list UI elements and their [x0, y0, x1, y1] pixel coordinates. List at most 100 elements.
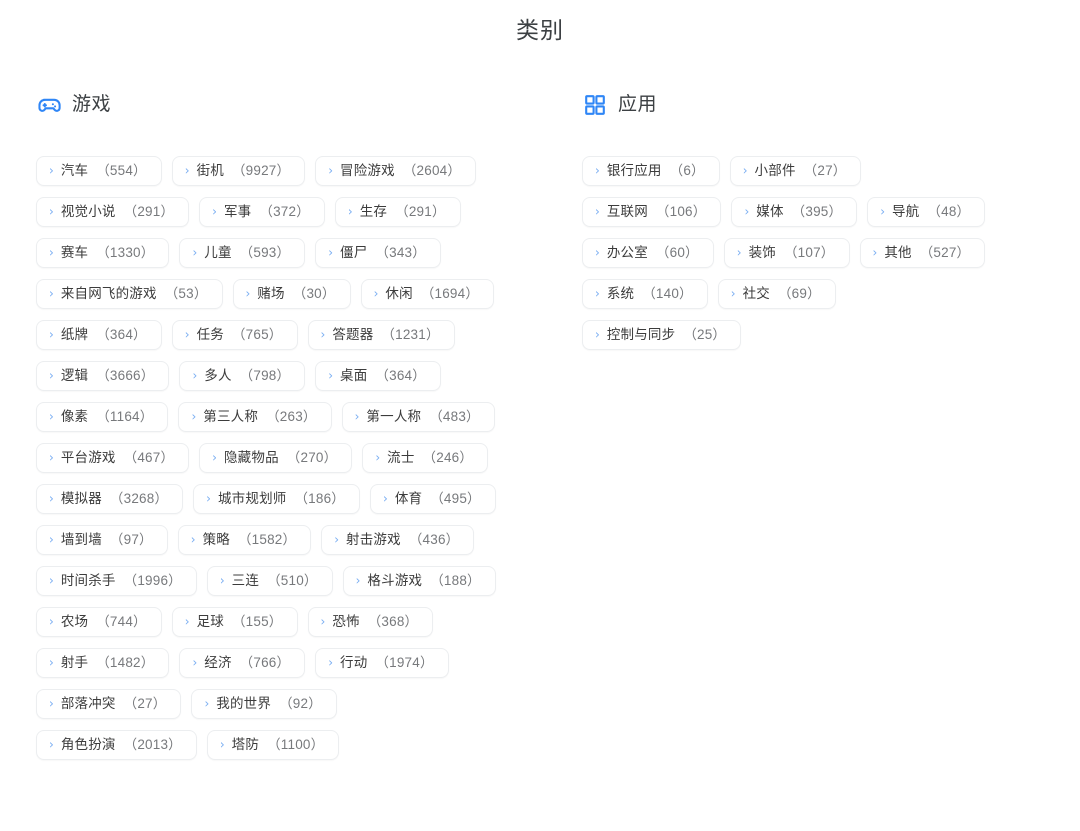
tag-pill[interactable]: › 社交 （69）	[717, 279, 836, 309]
tag-pill[interactable]: › 射手 （1482）	[36, 648, 170, 678]
tag-pill[interactable]: › 城市规划师 （186）	[193, 484, 360, 514]
tag-pill[interactable]: › 僵尸 （343）	[315, 238, 441, 268]
tag-label: 办公室	[606, 245, 648, 260]
tag-label: 时间杀手	[60, 573, 116, 588]
tag-pill[interactable]: › 策略 （1582）	[177, 525, 312, 555]
tag-pill[interactable]: › 行动 （1974）	[315, 648, 449, 678]
tag-pill[interactable]: › 桌面 （364）	[315, 361, 441, 391]
tag-pill[interactable]: › 任务 （765）	[171, 320, 298, 350]
tag-label: 休闲	[385, 286, 413, 301]
tag-count: （60）	[655, 245, 699, 260]
tag-pill[interactable]: › 格斗游戏 （188）	[342, 566, 496, 596]
tag-label: 逻辑	[60, 368, 89, 383]
tag-pill[interactable]: › 休闲 （1694）	[360, 279, 495, 309]
tag-pill[interactable]: › 流士 （246）	[362, 443, 489, 473]
tag-pill[interactable]: › 赛车 （1330）	[36, 238, 170, 268]
tag-pill[interactable]: › 街机 （9927）	[171, 156, 306, 186]
tag-label: 社交	[742, 286, 770, 301]
tag-pill[interactable]: › 其他 （527）	[859, 238, 986, 268]
tag-pill[interactable]: › 时间杀手 （1996）	[36, 566, 197, 596]
tag-count: （766）	[239, 655, 291, 670]
tag-pill[interactable]: › 逻辑 （3666）	[36, 361, 170, 391]
chevron-right-icon: ›	[375, 450, 381, 465]
tag-count: （106）	[655, 204, 707, 219]
games-section: 游戏 › 汽车 （554） › 街机 （9927） › 冒险游戏 （2604） › 视觉小说 （…	[0, 90, 540, 760]
tag-pill[interactable]: › 冒险游戏 （2604）	[315, 156, 477, 186]
tag-pill[interactable]: › 恐怖 （368）	[307, 607, 434, 637]
chevron-right-icon: ›	[334, 532, 340, 547]
chevron-right-icon: ›	[736, 245, 742, 260]
category-columns: 游戏 › 汽车 （554） › 街机 （9927） › 冒险游戏 （2604） › 视觉小说 （…	[0, 90, 1080, 760]
category-page: 类别 游戏 › 汽车 （554） › 街机 （9927） › 冒险游戏 （260…	[0, 0, 1080, 831]
chevron-right-icon: ›	[328, 163, 334, 178]
tag-pill[interactable]: › 第三人称 （263）	[178, 402, 332, 432]
tag-label: 导航	[892, 204, 920, 219]
tag-label: 控制与同步	[606, 327, 676, 342]
chevron-right-icon: ›	[191, 409, 197, 424]
tag-pill[interactable]: › 像素 （1164）	[36, 402, 169, 432]
tag-pill[interactable]: › 部落冲突 （27）	[36, 689, 182, 719]
tag-pill[interactable]: › 经济 （766）	[179, 648, 306, 678]
tag-count: （25）	[683, 327, 727, 342]
tag-label: 平台游戏	[60, 450, 116, 465]
tag-pill[interactable]: › 办公室 （60）	[582, 238, 714, 268]
tag-pill[interactable]: › 来自网飞的游戏 （53）	[36, 279, 223, 309]
tag-pill[interactable]: › 互联网 （106）	[582, 197, 722, 227]
tag-count: （69）	[777, 286, 821, 301]
tag-label: 军事	[223, 204, 252, 219]
tag-pill[interactable]: › 角色扮演 （2013）	[36, 730, 197, 760]
chevron-right-icon: ›	[184, 327, 190, 342]
tag-pill[interactable]: › 墙到墙 （97）	[36, 525, 168, 555]
tag-pill[interactable]: › 三连 （510）	[206, 566, 333, 596]
tag-pill[interactable]: › 控制与同步 （25）	[582, 320, 742, 350]
tag-pill[interactable]: › 塔防 （1100）	[206, 730, 340, 760]
tag-pill[interactable]: › 导航 （48）	[867, 197, 986, 227]
tag-count: （2013）	[123, 737, 182, 752]
tag-count: （554）	[96, 163, 147, 178]
tag-count: （3268）	[109, 491, 169, 506]
tag-pill[interactable]: › 生存 （291）	[334, 197, 461, 227]
chevron-right-icon: ›	[192, 245, 198, 260]
tag-label: 经济	[204, 655, 232, 670]
tag-pill[interactable]: › 汽车 （554）	[36, 156, 162, 186]
tag-pill[interactable]: › 足球 （155）	[171, 607, 298, 637]
tag-label: 银行应用	[606, 163, 662, 178]
tag-count: （483）	[429, 409, 480, 424]
tag-pill[interactable]: › 第一人称 （483）	[341, 402, 495, 432]
chevron-right-icon: ›	[49, 532, 54, 547]
tag-pill[interactable]: › 视觉小说 （291）	[36, 197, 190, 227]
tag-pill[interactable]: › 装饰 （107）	[723, 238, 850, 268]
chevron-right-icon: ›	[595, 204, 600, 219]
tag-pill[interactable]: › 体育 （495）	[370, 484, 496, 514]
chevron-right-icon: ›	[320, 327, 326, 342]
tag-label: 媒体	[756, 204, 784, 219]
tag-pill[interactable]: › 系统 （140）	[582, 279, 708, 309]
chevron-right-icon: ›	[192, 655, 198, 670]
tag-count: （593）	[239, 245, 291, 260]
tag-pill[interactable]: › 多人 （798）	[179, 361, 306, 391]
chevron-right-icon: ›	[595, 163, 600, 178]
chevron-right-icon: ›	[212, 204, 217, 219]
tag-pill[interactable]: › 模拟器 （3268）	[36, 484, 184, 514]
tag-pill[interactable]: › 小部件 （27）	[729, 156, 862, 186]
chevron-right-icon: ›	[383, 491, 388, 506]
tag-count: （30）	[292, 286, 336, 301]
games-section-header: 游戏	[36, 90, 540, 120]
tag-pill[interactable]: › 赌场 （30）	[232, 279, 351, 309]
tag-label: 赌场	[257, 286, 285, 301]
tag-pill[interactable]: › 隐藏物品 （270）	[199, 443, 353, 473]
tag-pill[interactable]: › 射击游戏 （436）	[321, 525, 475, 555]
tag-pill[interactable]: › 纸牌 （364）	[36, 320, 162, 350]
tag-count: （270）	[286, 450, 338, 465]
tag-label: 视觉小说	[60, 204, 116, 219]
tag-pill[interactable]: › 儿童 （593）	[179, 238, 306, 268]
tag-pill[interactable]: › 答题器 （1231）	[307, 320, 455, 350]
tag-pill[interactable]: › 农场 （744）	[36, 607, 162, 637]
tag-pill[interactable]: › 我的世界 （92）	[191, 689, 337, 719]
tag-pill[interactable]: › 银行应用 （6）	[582, 156, 720, 186]
chevron-right-icon: ›	[192, 368, 198, 383]
tag-pill[interactable]: › 媒体 （395）	[731, 197, 858, 227]
tag-pill[interactable]: › 平台游戏 （467）	[36, 443, 190, 473]
tag-pill[interactable]: › 军事 （372）	[199, 197, 325, 227]
chevron-right-icon: ›	[49, 573, 54, 588]
